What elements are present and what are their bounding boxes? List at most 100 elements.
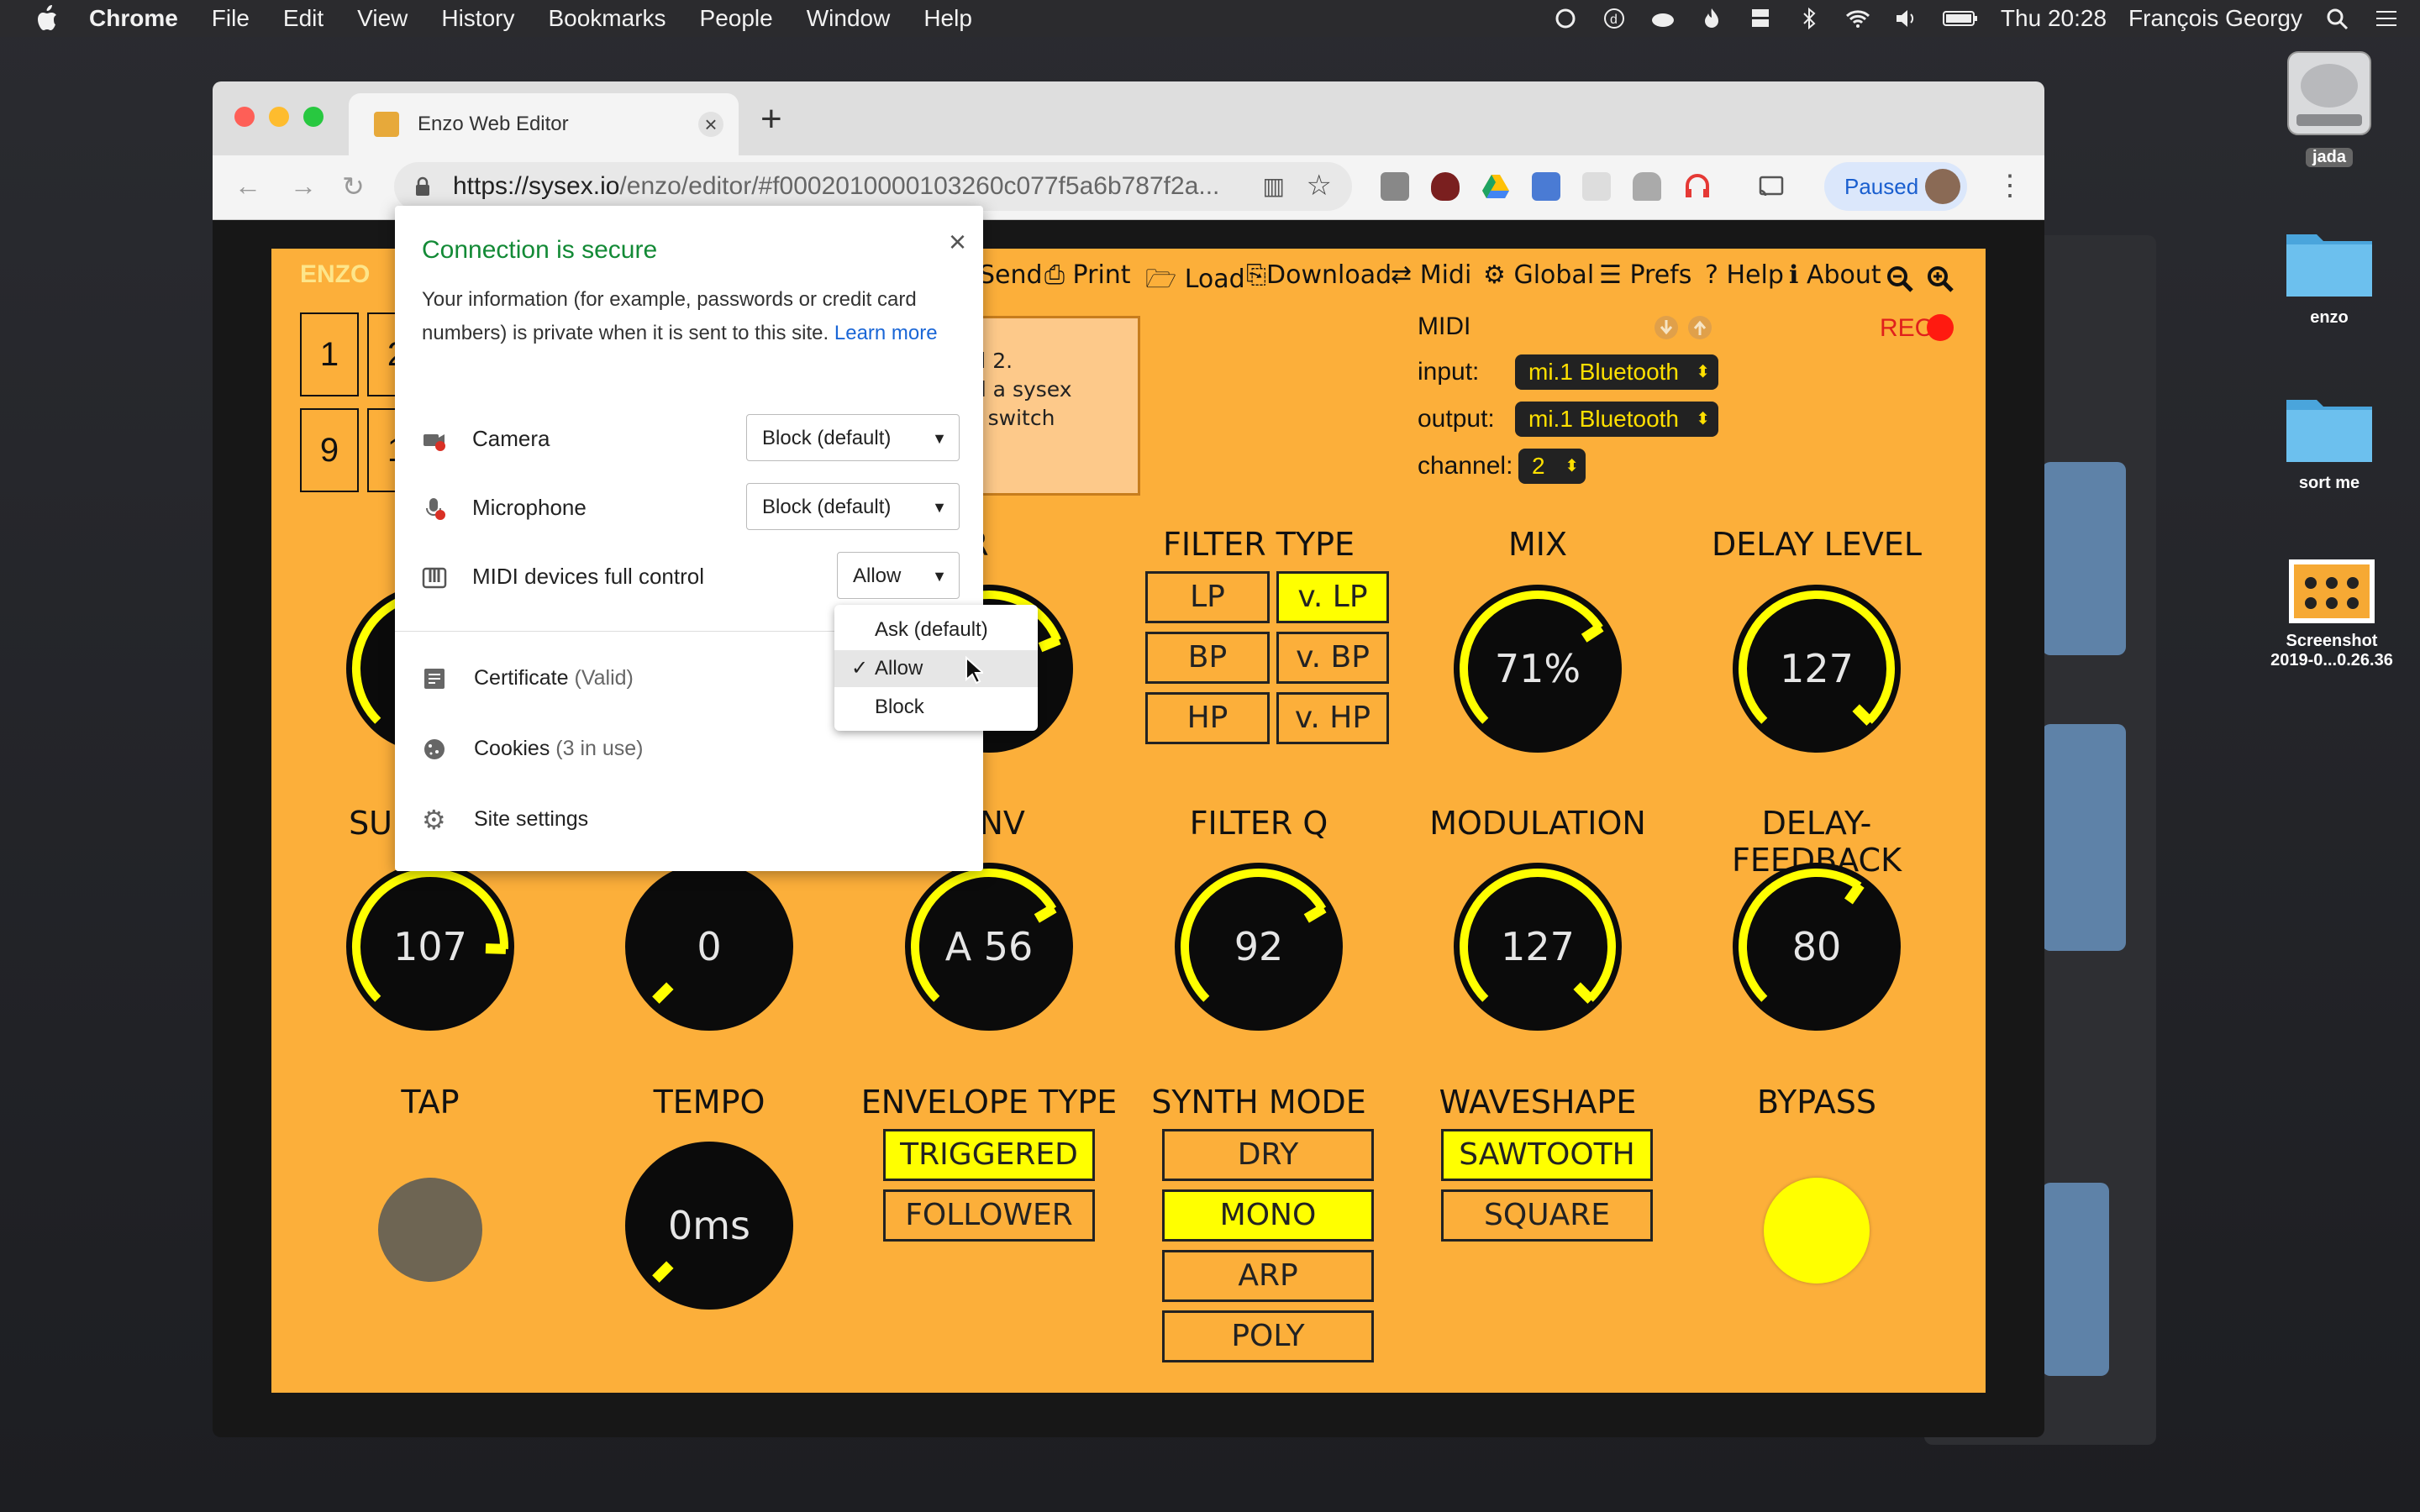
google-drive-icon[interactable]: [1481, 172, 1510, 201]
battery-icon[interactable]: [1942, 7, 1979, 30]
bookmark-star-icon[interactable]: ☆: [1307, 169, 1332, 202]
microphone-permission-select[interactable]: Block (default) ▼: [746, 483, 960, 530]
new-tab-button[interactable]: +: [760, 98, 782, 140]
menu-print[interactable]: ⎙ Print: [1044, 260, 1131, 290]
headphones-icon[interactable]: [1683, 172, 1712, 201]
cloud-icon[interactable]: [1649, 7, 1676, 30]
camera-permission-select[interactable]: Block (default) ▼: [746, 414, 960, 461]
menu-midi[interactable]: ⇄ Midi: [1391, 260, 1471, 290]
modulation-knob[interactable]: 127: [1451, 860, 1624, 1033]
volume-icon[interactable]: [1893, 7, 1920, 30]
minimize-window-button[interactable]: [269, 107, 289, 127]
synth-mode-poly-button[interactable]: POLY: [1162, 1310, 1374, 1362]
filter-type-vlp-button[interactable]: v. LP: [1276, 571, 1389, 623]
filter-type-hp-button[interactable]: HP: [1145, 692, 1270, 744]
learn-more-link[interactable]: Learn more: [834, 322, 938, 344]
menu-history[interactable]: History: [441, 5, 514, 32]
wifi-icon[interactable]: [1844, 7, 1871, 30]
cast-icon[interactable]: [1757, 172, 1786, 201]
midi-send-icon[interactable]: [1686, 314, 1713, 341]
menu-app-chrome[interactable]: Chrome: [89, 5, 178, 32]
menu-bookmarks[interactable]: Bookmarks: [548, 5, 666, 32]
menu-window[interactable]: Window: [807, 5, 891, 32]
midi-receive-icon[interactable]: [1653, 314, 1680, 341]
envelope-follower-button[interactable]: FOLLOWER: [883, 1189, 1095, 1242]
close-popup-icon[interactable]: ×: [949, 224, 966, 260]
user-name[interactable]: François Georgy: [2128, 5, 2302, 32]
desktop-icon-jada[interactable]: jada: [2279, 47, 2380, 167]
menu-prefs[interactable]: ☰ Prefs: [1599, 260, 1691, 290]
filter-type-vhp-button[interactable]: v. HP: [1276, 692, 1389, 744]
midi-input-select[interactable]: mi.1 Bluetooth ⬍: [1515, 354, 1718, 390]
filter-env-knob[interactable]: A 56: [902, 860, 1076, 1033]
close-window-button[interactable]: [234, 107, 255, 127]
extension-tag-icon[interactable]: [1532, 172, 1560, 201]
dropdown-option-block[interactable]: Block: [834, 689, 1038, 726]
clock[interactable]: Thu 20:28: [2001, 5, 2107, 32]
menu-file[interactable]: File: [212, 5, 250, 32]
apple-icon[interactable]: [34, 4, 59, 33]
reader-mode-icon[interactable]: ▥: [1263, 172, 1285, 200]
preset-button-9[interactable]: 9: [300, 408, 359, 492]
notification-center-icon[interactable]: [2373, 7, 2400, 30]
synth-mode-arp-button[interactable]: ARP: [1162, 1250, 1374, 1302]
certificate-link[interactable]: Certificate (Valid): [422, 666, 634, 691]
extension-hat-icon[interactable]: [1381, 172, 1409, 201]
synth-mode-mono-button[interactable]: MONO: [1162, 1189, 1374, 1242]
tap-button[interactable]: [378, 1178, 482, 1282]
back-button[interactable]: ←: [234, 171, 261, 202]
address-bar[interactable]: https://sysex.io/enzo/editor/#f000201000…: [394, 162, 1352, 211]
cookies-link[interactable]: Cookies (3 in use): [422, 737, 644, 762]
menu-about[interactable]: ℹ About: [1789, 260, 1881, 290]
tempo-knob[interactable]: 0ms: [623, 1139, 796, 1312]
menu-view[interactable]: View: [357, 5, 408, 32]
menu-send[interactable]: Send: [979, 260, 1043, 290]
tab-enzo-web-editor[interactable]: Enzo Web Editor ×: [349, 93, 739, 155]
delay-level-knob[interactable]: 127: [1730, 582, 1903, 755]
extension-controller-icon[interactable]: [1633, 172, 1661, 201]
menu-load[interactable]: 🗁 Load: [1145, 260, 1245, 303]
knob-2[interactable]: 0: [623, 860, 796, 1033]
midi-permission-select[interactable]: Allow ▼: [837, 552, 960, 599]
menu-global[interactable]: ⚙ Global: [1483, 260, 1594, 290]
desktop-icon-screenshot[interactable]: Screenshot 2019-0...0.26.36: [2252, 556, 2412, 670]
waveshape-sawtooth-button[interactable]: SAWTOOTH: [1441, 1129, 1653, 1181]
reload-button[interactable]: ↻: [342, 171, 365, 202]
desktop-icon-enzo[interactable]: enzo: [2279, 223, 2380, 328]
filter-type-lp-button[interactable]: LP: [1145, 571, 1270, 623]
menu-help-page[interactable]: ? Help: [1705, 260, 1784, 290]
filter-type-vbp-button[interactable]: v. BP: [1276, 632, 1389, 684]
mix-knob[interactable]: 71%: [1451, 582, 1624, 755]
dropdown-option-allow[interactable]: ✓ Allow: [834, 650, 1038, 687]
midi-channel-select[interactable]: 2 ⬍: [1518, 449, 1586, 484]
dropdown-option-ask[interactable]: Ask (default): [834, 612, 1038, 648]
close-tab-icon[interactable]: ×: [698, 112, 723, 137]
profile-paused-button[interactable]: Paused: [1824, 162, 1967, 211]
ublock-origin-icon[interactable]: [1431, 172, 1460, 201]
extension-grid-icon[interactable]: [1582, 172, 1611, 201]
forward-button[interactable]: →: [290, 171, 317, 202]
lock-icon[interactable]: [414, 176, 431, 197]
site-settings-link[interactable]: ⚙ Site settings: [422, 806, 588, 833]
creative-cloud-icon[interactable]: [1552, 7, 1579, 30]
zoom-out-icon[interactable]: [1885, 264, 1915, 294]
dash-icon[interactable]: d: [1601, 7, 1628, 30]
zoom-in-icon[interactable]: [1925, 264, 1955, 294]
sustain-knob[interactable]: 107: [344, 860, 517, 1033]
zoom-window-button[interactable]: [303, 107, 324, 127]
envelope-triggered-button[interactable]: TRIGGERED: [883, 1129, 1095, 1181]
chrome-menu-icon[interactable]: ⋮: [1996, 169, 2024, 202]
waveshape-square-button[interactable]: SQUARE: [1441, 1189, 1653, 1242]
midi-output-select[interactable]: mi.1 Bluetooth ⬍: [1515, 402, 1718, 437]
spotlight-search-icon[interactable]: [2324, 7, 2351, 30]
menu-edit[interactable]: Edit: [283, 5, 324, 32]
display-icon[interactable]: [1747, 7, 1774, 30]
menu-download[interactable]: ⎘Download: [1246, 260, 1392, 290]
delay-feedback-knob[interactable]: 80: [1730, 860, 1903, 1033]
filter-type-bp-button[interactable]: BP: [1145, 632, 1270, 684]
synth-mode-dry-button[interactable]: DRY: [1162, 1129, 1374, 1181]
bypass-led-button[interactable]: [1764, 1178, 1870, 1284]
filter-q-knob[interactable]: 92: [1172, 860, 1345, 1033]
bluetooth-icon[interactable]: [1796, 7, 1823, 30]
preset-button-1[interactable]: 1: [300, 312, 359, 396]
